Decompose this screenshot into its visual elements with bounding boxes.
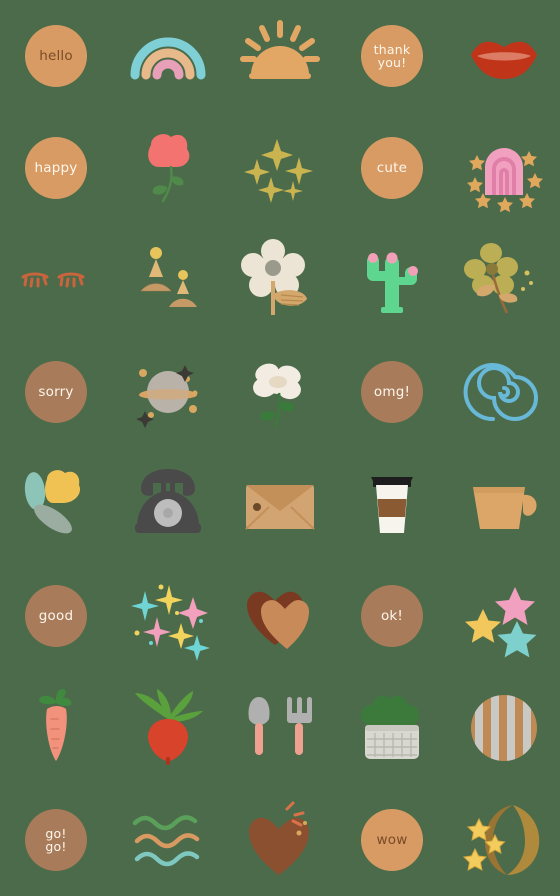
badge-hello[interactable]: hello (25, 25, 87, 87)
sticker-cell-white-blossom[interactable] (224, 336, 336, 448)
tulip-icon (24, 470, 81, 534)
sticker-cell-carrot[interactable] (0, 672, 112, 784)
sticker-cell-badge-thank-you[interactable]: thank you! (336, 0, 448, 112)
sticker-cell-pastel-stars[interactable] (448, 560, 560, 672)
sticker-cell-badge-ok[interactable]: ok! (336, 560, 448, 672)
sticker-cell-moon-stars[interactable] (448, 784, 560, 896)
sticker-cell-wavy-lines[interactable] (112, 784, 224, 896)
sticker-cell-cactus[interactable] (336, 224, 448, 336)
badge-hello-label: hello (39, 47, 73, 64)
lips-icon (471, 41, 537, 79)
coffee-cup-icon (371, 477, 413, 533)
sticker-cell-earrings[interactable] (112, 224, 224, 336)
badge-cute[interactable]: cute (361, 137, 423, 199)
sticker-cell-rainbow[interactable] (112, 0, 224, 112)
badge-ok-label: ok! (380, 607, 404, 624)
sticker-cell-pastel-sparkles[interactable] (112, 560, 224, 672)
badge-happy-label: happy (34, 159, 78, 176)
sticker-cell-coffee-cup[interactable] (336, 448, 448, 560)
blue-spiral-icon (463, 363, 538, 422)
badge-cute-label: cute (376, 159, 408, 176)
badge-ok[interactable]: ok! (361, 585, 423, 647)
sticker-cell-sunrise[interactable] (224, 0, 336, 112)
badge-go-go-label: go! go! (45, 825, 67, 854)
pastel-stars-icon (465, 587, 537, 658)
envelope-icon (245, 485, 315, 530)
badge-sorry[interactable]: sorry (25, 361, 87, 423)
badge-thank-you[interactable]: thank you! (361, 25, 423, 87)
sticker-cell-blue-spiral[interactable] (448, 336, 560, 448)
badge-go-go[interactable]: go! go! (25, 809, 87, 871)
sticker-cell-rotary-telephone[interactable] (112, 448, 224, 560)
sticker-cell-lips[interactable] (448, 0, 560, 112)
sticker-cell-gold-sparkles[interactable] (224, 112, 336, 224)
radish-icon (135, 689, 203, 765)
pink-flower-icon (148, 134, 190, 203)
daisy-flower-icon (241, 239, 307, 315)
sticker-cell-badge-wow[interactable]: wow (336, 784, 448, 896)
sticker-cell-badge-hello[interactable]: hello (0, 0, 112, 112)
pink-arch-stars-icon (467, 148, 543, 213)
sticker-sheet: hello thank you! happy cute sorry omg! g… (0, 0, 560, 896)
badge-good-label: good (38, 607, 74, 624)
badge-omg[interactable]: omg! (361, 361, 423, 423)
sticker-cell-badge-sorry[interactable]: sorry (0, 336, 112, 448)
sticker-cell-brown-hearts[interactable] (224, 560, 336, 672)
sticker-cell-daisy-flower[interactable] (224, 224, 336, 336)
sticker-cell-envelope[interactable] (224, 448, 336, 560)
rainbow-icon (130, 37, 206, 80)
sticker-cell-potted-plant[interactable] (336, 672, 448, 784)
badge-omg-label: omg! (373, 383, 411, 400)
sticker-cell-badge-happy[interactable]: happy (0, 112, 112, 224)
badge-good[interactable]: good (25, 585, 87, 647)
sticker-cell-badge-good[interactable]: good (0, 560, 112, 672)
olive-flower-icon (464, 243, 533, 314)
earrings-icon (139, 247, 197, 307)
cactus-icon (367, 252, 418, 313)
planet-icon (136, 365, 198, 428)
badge-thank-you-label: thank you! (373, 41, 411, 70)
garden-tools-icon (248, 697, 312, 755)
white-blossom-icon (253, 363, 301, 428)
sticker-cell-olive-flower[interactable] (448, 224, 560, 336)
potted-plant-icon (361, 696, 419, 759)
sticker-cell-heart-sparkle[interactable] (224, 784, 336, 896)
badge-wow-label: wow (376, 831, 408, 848)
sticker-cell-radish[interactable] (112, 672, 224, 784)
mug-icon (473, 487, 537, 529)
sticker-cell-eyelashes[interactable] (0, 224, 112, 336)
heart-sparkle-icon (249, 801, 309, 875)
sticker-cell-badge-cute[interactable]: cute (336, 112, 448, 224)
sticker-cell-mug[interactable] (448, 448, 560, 560)
sticker-cell-tulip[interactable] (0, 448, 112, 560)
sunrise-icon (240, 20, 320, 79)
badge-wow[interactable]: wow (361, 809, 423, 871)
sticker-cell-pink-arch-stars[interactable] (448, 112, 560, 224)
sticker-cell-pink-flower[interactable] (112, 112, 224, 224)
eyelashes-icon (21, 272, 85, 288)
gold-sparkles-icon (244, 139, 313, 203)
wavy-lines-icon (132, 815, 200, 867)
striped-circle-icon (471, 695, 537, 761)
sticker-cell-garden-tools[interactable] (224, 672, 336, 784)
rotary-telephone-icon (135, 469, 201, 533)
sticker-cell-badge-go-go[interactable]: go! go! (0, 784, 112, 896)
badge-sorry-label: sorry (38, 383, 74, 400)
badge-happy[interactable]: happy (25, 137, 87, 199)
moon-stars-icon (462, 805, 540, 875)
brown-hearts-icon (247, 591, 309, 649)
pastel-sparkles-icon (131, 584, 210, 661)
sticker-cell-planet[interactable] (112, 336, 224, 448)
carrot-icon (39, 689, 72, 761)
sticker-cell-badge-omg[interactable]: omg! (336, 336, 448, 448)
sticker-cell-striped-circle[interactable] (448, 672, 560, 784)
